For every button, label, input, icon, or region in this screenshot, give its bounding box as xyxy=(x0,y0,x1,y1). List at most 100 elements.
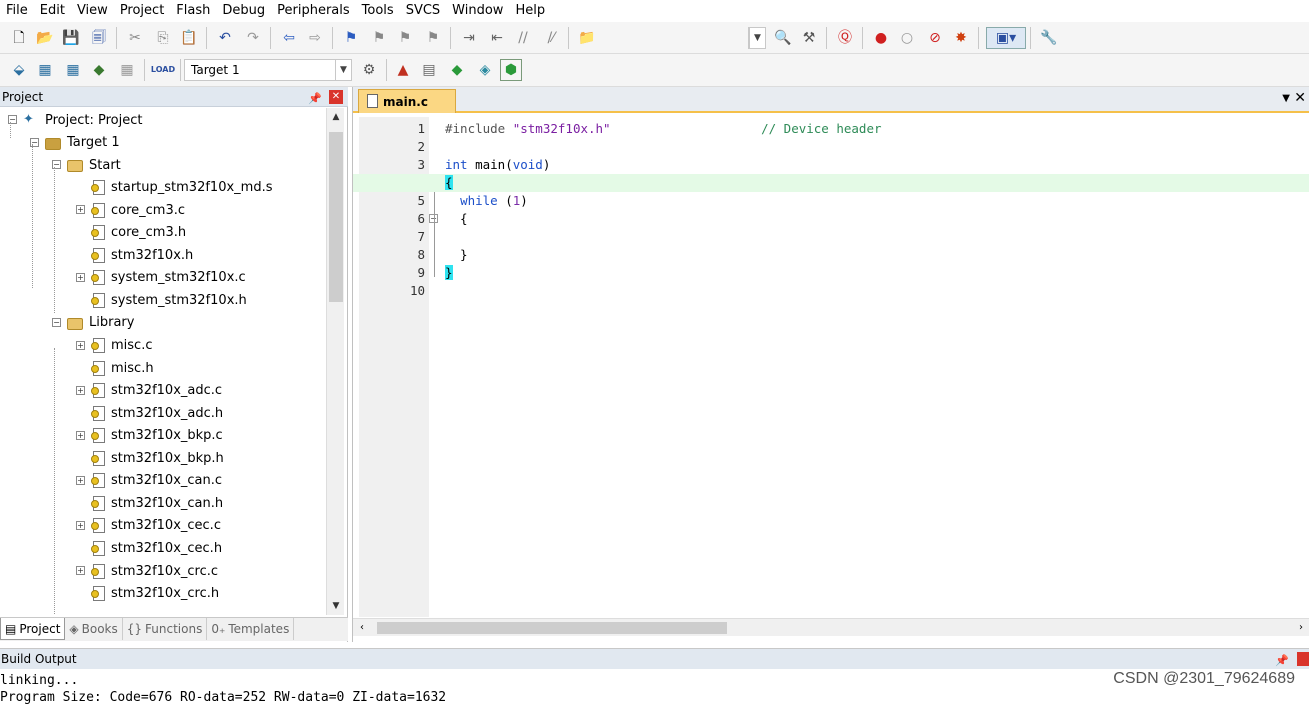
cut-icon[interactable]: ✂ xyxy=(124,27,146,49)
batch-build-icon[interactable]: ◆ xyxy=(88,59,110,81)
tab-books[interactable]: ◈ Books xyxy=(65,618,123,640)
scroll-down-icon[interactable]: ▼ xyxy=(327,597,345,615)
tree-node-folder[interactable]: Library xyxy=(67,312,134,334)
disable-breakpoints-icon[interactable]: ⊘ xyxy=(924,27,946,49)
tree-node-file[interactable]: stm32f10x_adc.h xyxy=(91,402,223,424)
tab-project[interactable]: ▤ Project xyxy=(0,618,66,640)
code-area[interactable]: #include "stm32f10x.h" // Device header i… xyxy=(353,117,1309,617)
new-file-icon[interactable]: 🗋 xyxy=(8,27,30,49)
pin-icon[interactable]: 📌 xyxy=(1275,651,1289,671)
insert-breakpoint-icon[interactable]: ● xyxy=(870,27,892,49)
configuration-wrench-icon[interactable]: 🔧 xyxy=(1038,27,1060,49)
tree-node-file[interactable]: system_stm32f10x.c xyxy=(91,267,246,289)
rebuild-icon[interactable]: ▦ xyxy=(62,59,84,81)
translate-icon[interactable]: ⬙ xyxy=(8,59,30,81)
insert-bookmark-icon[interactable]: ⚑ xyxy=(340,27,362,49)
undo-icon[interactable]: ↶ xyxy=(214,27,236,49)
paste-icon[interactable]: 📋 xyxy=(178,27,200,49)
tree-node-target[interactable]: Target 1 xyxy=(45,132,120,154)
tab-main-c[interactable]: main.c xyxy=(358,89,456,113)
menu-help[interactable]: Help xyxy=(509,0,551,21)
scroll-up-icon[interactable]: ▲ xyxy=(327,108,345,126)
tree-node-file[interactable]: stm32f10x_can.h xyxy=(91,492,223,514)
save-icon[interactable]: 💾 xyxy=(60,27,82,49)
code-line[interactable]: int main(void) xyxy=(445,156,550,174)
expand-icon[interactable]: + xyxy=(76,430,85,440)
kill-breakpoints-icon[interactable]: ✸ xyxy=(950,27,972,49)
indent-icon[interactable]: ⇥ xyxy=(458,27,480,49)
expand-icon[interactable]: + xyxy=(76,385,85,395)
expand-icon[interactable]: + xyxy=(76,520,85,530)
expand-icon[interactable]: + xyxy=(76,205,85,215)
tab-templates[interactable]: 0₊ Templates xyxy=(207,618,295,640)
stop-build-icon[interactable]: ▦ xyxy=(116,59,138,81)
find-combo[interactable]: ▼ xyxy=(748,27,766,49)
scroll-left-icon[interactable]: ‹ xyxy=(353,619,371,637)
target-select[interactable]: Target 1 ▼ xyxy=(184,59,352,81)
tree-node-folder[interactable]: Start xyxy=(67,154,121,176)
editor-horizontal-scrollbar[interactable]: ‹ › xyxy=(353,618,1309,636)
download-load-icon[interactable]: LOAD xyxy=(151,59,175,81)
save-all-icon[interactable]: 🗐 xyxy=(88,27,110,49)
unindent-icon[interactable]: ⇤ xyxy=(486,27,508,49)
tree-node-file[interactable]: system_stm32f10x.h xyxy=(91,289,247,311)
tree-node-file[interactable]: stm32f10x_cec.c xyxy=(91,515,221,537)
menu-edit[interactable]: Edit xyxy=(34,0,71,21)
code-line[interactable] xyxy=(445,228,460,246)
code-line[interactable]: } xyxy=(445,264,453,282)
start-debug-icon[interactable]: Ⓠ xyxy=(834,27,856,49)
close-tab-icon[interactable]: ✕ xyxy=(1294,90,1306,106)
expand-icon[interactable]: + xyxy=(76,566,85,575)
expand-icon[interactable]: + xyxy=(76,272,85,282)
tree-node-file[interactable]: stm32f10x_bkp.h xyxy=(91,447,224,469)
menu-view[interactable]: View xyxy=(71,0,114,21)
enable-breakpoint-icon[interactable]: ○ xyxy=(896,27,918,49)
tree-node-file[interactable]: core_cm3.h xyxy=(91,222,186,244)
menu-project[interactable]: Project xyxy=(114,0,170,21)
manage-run-time-environment-icon[interactable]: ◆ xyxy=(446,59,468,81)
pin-icon[interactable]: 📌 xyxy=(308,89,322,109)
tree-node-project[interactable]: ✦ Project: Project xyxy=(23,109,142,131)
manage-project-items-icon[interactable]: ▲ xyxy=(392,59,414,81)
code-line[interactable]: while (1) xyxy=(445,192,528,210)
open-file-icon[interactable]: 📂 xyxy=(34,27,56,49)
window-layout-icon[interactable]: ▣▾ xyxy=(986,27,1026,49)
tree-node-file[interactable]: core_cm3.c xyxy=(91,199,185,221)
tree-node-file[interactable]: stm32f10x_bkp.c xyxy=(91,425,223,447)
tab-functions[interactable]: {} Functions xyxy=(123,618,208,640)
tree-node-file[interactable]: misc.h xyxy=(91,357,154,379)
tree-node-file[interactable]: startup_stm32f10x_md.s xyxy=(91,177,272,199)
menu-peripherals[interactable]: Peripherals xyxy=(271,0,356,21)
menu-flash[interactable]: Flash xyxy=(170,0,216,21)
navigate-forward-icon[interactable]: ⇨ xyxy=(304,27,326,49)
code-line[interactable]: { xyxy=(445,174,453,192)
scroll-thumb[interactable] xyxy=(377,622,727,634)
clear-bookmarks-icon[interactable]: ⚑ xyxy=(422,27,444,49)
uncomment-icon[interactable]: /⁄ xyxy=(540,27,562,49)
tree-node-file[interactable]: misc.c xyxy=(91,335,152,357)
tree-node-file[interactable]: stm32f10x_crc.h xyxy=(91,583,219,605)
incremental-find-icon[interactable]: ⚒ xyxy=(798,27,820,49)
find-in-files-icon[interactable]: 📁 xyxy=(576,27,598,49)
tree-node-file[interactable]: stm32f10x_adc.c xyxy=(91,380,222,402)
previous-bookmark-icon[interactable]: ⚑ xyxy=(368,27,390,49)
collapse-icon[interactable]: − xyxy=(52,317,61,327)
target-options-icon[interactable]: ⚙ xyxy=(358,59,380,81)
scroll-right-icon[interactable]: › xyxy=(1292,619,1309,637)
close-icon[interactable]: ✕ xyxy=(329,90,343,104)
copy-icon[interactable]: ⎘ xyxy=(152,27,174,49)
tree-node-file[interactable]: stm32f10x_cec.h xyxy=(91,537,222,559)
menu-file[interactable]: File xyxy=(0,0,34,21)
code-line[interactable]: { xyxy=(445,210,468,228)
pack-installer-icon[interactable]: ◈ xyxy=(474,59,496,81)
select-packs-icon[interactable]: ▤ xyxy=(418,59,440,81)
redo-icon[interactable]: ↷ xyxy=(242,27,264,49)
tree-node-file[interactable]: stm32f10x.h xyxy=(91,244,193,266)
software-packs-icon[interactable]: ⬢ xyxy=(500,59,522,81)
code-line[interactable]: } xyxy=(445,246,468,264)
comment-icon[interactable]: // xyxy=(512,27,534,49)
tab-list-dropdown-icon[interactable]: ▼ xyxy=(1282,93,1290,104)
expand-icon[interactable]: + xyxy=(76,340,85,350)
menu-debug[interactable]: Debug xyxy=(216,0,271,21)
navigate-back-icon[interactable]: ⇦ xyxy=(278,27,300,49)
